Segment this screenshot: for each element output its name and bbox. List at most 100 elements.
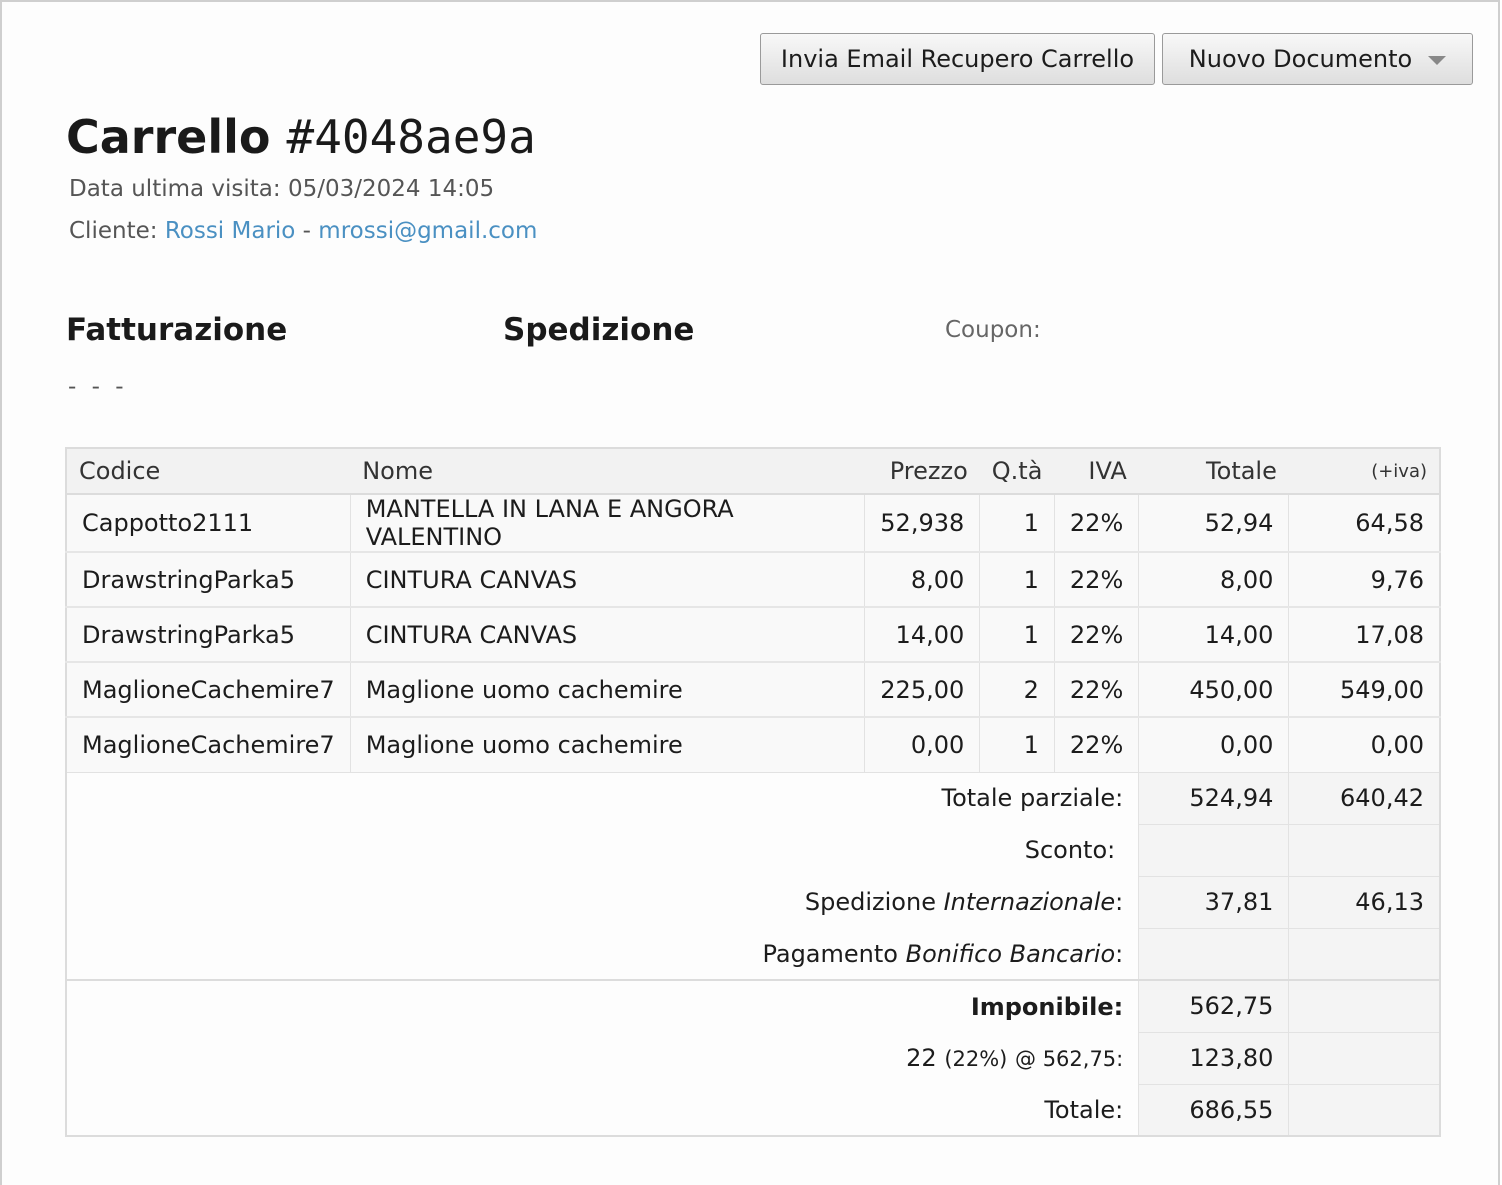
cell-total-vat: 549,00: [1288, 661, 1441, 718]
cell-code: MaglioneCachemire7: [65, 716, 351, 773]
grand-total-value: 686,55: [1138, 1083, 1290, 1137]
cell-qty: 1: [979, 716, 1055, 773]
cell-price: 0,00: [864, 716, 981, 773]
cell-total-vat: 64,58: [1288, 493, 1441, 553]
cell-qty: 1: [979, 551, 1055, 608]
cell-name: CINTURA CANVAS: [349, 606, 866, 663]
cell-code: DrawstringParka5: [65, 606, 351, 663]
cell-name: Maglione uomo cachemire: [349, 661, 866, 718]
cell-total: 8,00: [1138, 551, 1290, 608]
cell-qty: 2: [979, 661, 1055, 718]
client-label: Cliente:: [69, 218, 158, 244]
cell-qty: 1: [979, 493, 1055, 553]
vat-line-code: 22: [906, 1044, 937, 1072]
cell-total-vat: 17,08: [1288, 606, 1441, 663]
vat-label-cell: 22 (22%) @ 562,75:: [65, 1032, 1139, 1084]
shipping-label: Spedizione: [804, 888, 936, 916]
client-line: Cliente: Rossi Mario - mrossi@gmail.com: [69, 218, 537, 244]
vat-amount-empty: [1288, 1031, 1441, 1085]
shipping-method: Internazionale: [943, 888, 1116, 916]
billing-value: - - -: [68, 374, 128, 400]
taxable-row: Imponibile: 562,75: [65, 979, 1441, 1033]
shipping-row: Spedizione Internazionale: 37,81 46,13: [65, 875, 1441, 929]
cart-items-table: Codice Nome Prezzo Q.tà IVA Totale (+iva…: [65, 447, 1441, 1137]
page-title-prefix: Carrello: [66, 110, 287, 164]
page-title: Carrello #4048ae9a: [66, 110, 536, 164]
taxable-vat-empty: [1288, 979, 1441, 1033]
shipping-label-cell: Spedizione Internazionale:: [65, 876, 1139, 928]
last-visit-value: 05/03/2024 14:05: [287, 176, 495, 202]
grand-total-empty: [1288, 1083, 1441, 1137]
shipping-vat-value: 46,13: [1288, 875, 1441, 929]
cell-total: 14,00: [1138, 606, 1290, 663]
new-document-dropdown-button[interactable]: Nuovo Documento: [1162, 33, 1473, 85]
send-recovery-email-label: Invia Email Recupero Carrello: [780, 45, 1135, 73]
last-visit-line: Data ultima visita: 05/03/2024 14:05: [69, 176, 494, 202]
cell-vat: 22%: [1053, 493, 1140, 553]
payment-method: Bonifico Bancario: [905, 939, 1116, 968]
table-header-row: Codice Nome Prezzo Q.tà IVA Totale (+iva…: [66, 448, 1440, 495]
cell-vat: 22%: [1053, 606, 1140, 663]
grand-total-row: Totale: 686,55: [65, 1083, 1441, 1137]
grand-total-label: Totale:: [65, 1084, 1139, 1136]
vat-row: 22 (22%) @ 562,75: 123,80: [65, 1031, 1441, 1085]
cell-vat: 22%: [1053, 661, 1140, 718]
payment-row: Pagamento Bonifico Bancario:: [65, 927, 1441, 981]
billing-heading: Fatturazione: [66, 312, 288, 348]
client-name-link[interactable]: Rossi Mario: [165, 218, 296, 244]
send-recovery-email-button[interactable]: Invia Email Recupero Carrello: [760, 33, 1155, 85]
cell-price: 14,00: [864, 606, 981, 663]
cell-total: 52,94: [1138, 493, 1290, 553]
cell-price: 225,00: [864, 661, 981, 718]
cell-qty: 1: [979, 606, 1055, 663]
cell-total-vat: 9,76: [1288, 551, 1441, 608]
last-visit-label: Data ultima visita:: [69, 176, 281, 202]
shipping-value: 37,81: [1138, 875, 1290, 929]
shipping-heading: Spedizione: [503, 312, 695, 348]
cart-id: #4048ae9a: [286, 110, 536, 164]
vat-line-base: @ 562,75:: [1015, 1047, 1124, 1071]
cell-vat: 22%: [1053, 551, 1140, 608]
taxable-label: Imponibile:: [65, 979, 1139, 1032]
table-row: MaglioneCachemire7 Maglione uomo cachemir…: [65, 661, 1441, 718]
vat-amount-value: 123,80: [1138, 1031, 1290, 1085]
cart-detail-panel: Invia Email Recupero Carrello Nuovo Docu…: [0, 0, 1500, 1185]
payment-label-cell: Pagamento Bonifico Bancario:: [65, 928, 1139, 980]
cell-name: CINTURA CANVAS: [349, 551, 866, 608]
col-header-price: Prezzo: [864, 448, 980, 495]
taxable-value: 562,75: [1138, 979, 1290, 1033]
col-header-code: Codice: [66, 448, 351, 495]
cell-total-vat: 0,00: [1288, 716, 1441, 773]
payment-value: [1138, 927, 1290, 981]
col-header-plus-vat: (+iva): [1288, 448, 1440, 495]
client-email-link[interactable]: mrossi@gmail.com: [318, 218, 537, 244]
new-document-label: Nuovo Documento: [1188, 45, 1413, 73]
table-row: DrawstringParka5 CINTURA CANVAS 8,00 1 22% 8,…: [65, 551, 1441, 608]
subtotal-label: Totale parziale:: [65, 772, 1139, 824]
cell-total: 0,00: [1138, 716, 1290, 773]
col-header-name: Nome: [350, 448, 865, 495]
discount-value: [1138, 823, 1290, 877]
cell-name: Maglione uomo cachemire: [349, 716, 866, 773]
coupon-label: Coupon:: [945, 317, 1041, 343]
caret-down-icon: [1428, 55, 1447, 65]
cell-name: MANTELLA IN LANA E ANGORA VALENTINO: [349, 493, 866, 553]
cell-code: MaglioneCachemire7: [65, 661, 351, 718]
cell-price: 52,938: [864, 493, 981, 553]
subtotal-value: 524,94: [1138, 771, 1290, 825]
discount-row: Sconto:: [65, 823, 1441, 877]
cell-code: Cappotto2111: [65, 493, 351, 553]
subtotal-row: Totale parziale: 524,94 640,42: [65, 771, 1441, 825]
cell-total: 450,00: [1138, 661, 1290, 718]
cell-code: DrawstringParka5: [65, 551, 351, 608]
table-row: MaglioneCachemire7 Maglione uomo cachemir…: [65, 716, 1441, 773]
client-separator: -: [302, 218, 311, 244]
discount-label: Sconto:: [65, 824, 1139, 876]
subtotal-vat-value: 640,42: [1288, 771, 1441, 825]
col-header-vat: IVA: [1054, 448, 1139, 495]
col-header-total: Totale: [1138, 448, 1289, 495]
payment-vat-value: [1288, 927, 1441, 981]
discount-vat-value: [1288, 823, 1441, 877]
col-header-qty: Q.tà: [979, 448, 1055, 495]
vat-line-rate: (22%): [944, 1047, 1008, 1071]
